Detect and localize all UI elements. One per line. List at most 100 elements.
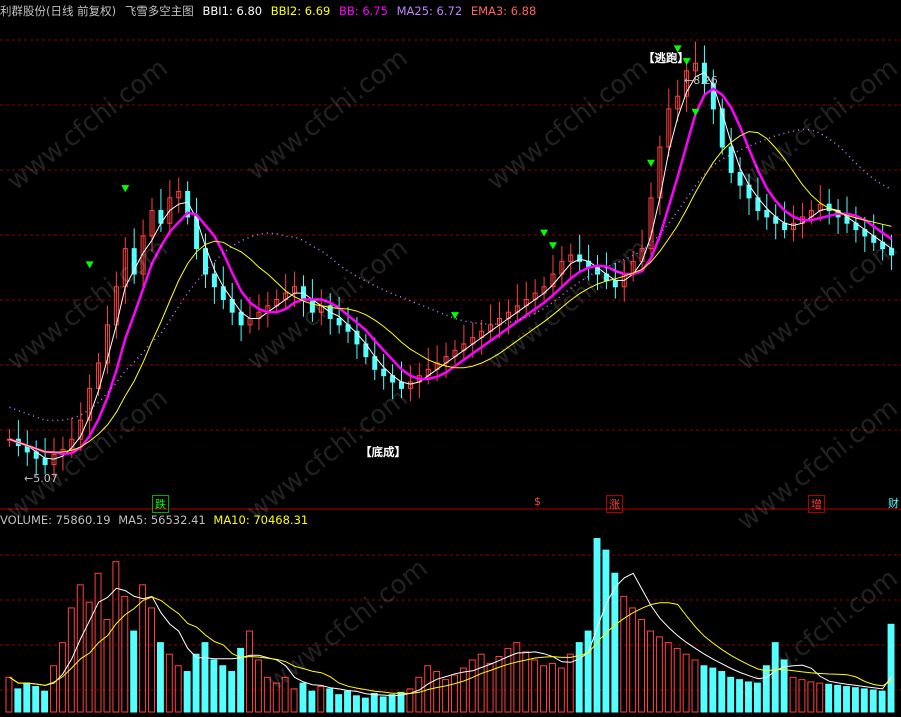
volume-bar bbox=[148, 607, 155, 713]
volume-ma5: MA5: 56532.41 bbox=[118, 513, 206, 527]
event-marker-dollar[interactable]: $ bbox=[532, 495, 543, 508]
volume-bar bbox=[798, 679, 806, 713]
volume-bar bbox=[531, 659, 539, 713]
volume-bar bbox=[789, 676, 797, 713]
bbi1-value: BBI1: 6.80 bbox=[202, 4, 263, 18]
candle-body bbox=[782, 222, 788, 231]
volume-bar bbox=[647, 630, 654, 713]
volume-bar bbox=[246, 630, 253, 713]
volume-bar bbox=[326, 688, 334, 713]
volume-bar bbox=[468, 659, 476, 713]
candle-body bbox=[202, 248, 208, 275]
volume-bar bbox=[682, 653, 690, 713]
candle-body bbox=[336, 318, 342, 326]
main-indicator-header: 利群股份(日线 前复权) 飞雪多空主图 BBI1: 6.80 BBI2: 6.6… bbox=[0, 3, 541, 19]
volume-bar bbox=[477, 653, 485, 713]
volume-bar bbox=[673, 647, 681, 713]
volume-bar bbox=[816, 682, 824, 713]
volume-bar bbox=[361, 697, 369, 713]
volume-bar bbox=[655, 636, 663, 713]
volume-bar bbox=[415, 676, 423, 713]
bb-value: BB: 6.75 bbox=[339, 4, 388, 18]
volume-bar bbox=[629, 607, 637, 713]
bottom-signal-tag: 【底成】 bbox=[360, 445, 406, 459]
volume-bar bbox=[843, 686, 850, 713]
volume-bar bbox=[156, 642, 164, 713]
volume-bar bbox=[183, 671, 191, 713]
candle-body bbox=[728, 146, 734, 173]
volume-bar bbox=[76, 584, 84, 713]
volume-bar bbox=[192, 653, 200, 713]
event-marker-down[interactable]: 跌 bbox=[152, 495, 169, 513]
volume-bar bbox=[593, 538, 601, 713]
volume-bar bbox=[370, 693, 378, 713]
candle-body bbox=[381, 368, 387, 377]
volume-bar bbox=[878, 690, 886, 713]
volume-bar bbox=[299, 682, 307, 713]
volume-bar bbox=[130, 630, 138, 713]
volume-bar bbox=[584, 630, 592, 713]
stock-title[interactable]: 利群股份(日线 前复权) bbox=[0, 4, 116, 18]
event-marker-finance[interactable]: 财 bbox=[886, 495, 901, 511]
volume-bar bbox=[860, 688, 868, 713]
volume-bar bbox=[254, 659, 262, 713]
high-arrow-icon: ← bbox=[684, 74, 694, 87]
volume-bar bbox=[451, 674, 458, 713]
volume-bar bbox=[23, 682, 31, 713]
signal-arrow-icon bbox=[548, 242, 557, 250]
volume-bar bbox=[433, 671, 441, 713]
volume-bar bbox=[85, 601, 93, 713]
event-marker-up[interactable]: 涨 bbox=[606, 495, 623, 513]
signal-arrow-icon bbox=[85, 261, 94, 269]
signal-arrow-icon bbox=[691, 108, 700, 116]
volume-bar bbox=[290, 688, 298, 713]
volume-bar bbox=[495, 656, 503, 713]
signal-arrow-icon bbox=[646, 159, 655, 167]
volume-bar bbox=[575, 642, 583, 713]
volume-bar bbox=[41, 690, 49, 713]
volume-bar bbox=[540, 665, 548, 713]
volume-bar bbox=[174, 665, 182, 713]
volume-bar bbox=[709, 667, 717, 713]
signal-arrow-icon bbox=[121, 185, 130, 193]
high-price-label: ←8.26 bbox=[684, 74, 718, 87]
volume-bar bbox=[638, 619, 646, 713]
indicator-name[interactable]: 飞雪多空主图 bbox=[125, 4, 194, 18]
volume-bar bbox=[442, 679, 449, 713]
volume-bar bbox=[834, 684, 842, 713]
signal-arrow-icon bbox=[450, 312, 459, 320]
volume-bar bbox=[664, 642, 672, 713]
volume-bar bbox=[50, 665, 57, 713]
volume-bar bbox=[388, 694, 396, 713]
candle-body bbox=[764, 210, 770, 218]
candle-body bbox=[42, 457, 48, 466]
volume-bar bbox=[379, 696, 387, 713]
volume-bar bbox=[210, 659, 218, 713]
top-signal-tag: 【逃跑】 bbox=[643, 51, 689, 65]
volume-bar bbox=[139, 584, 147, 713]
volume-bar bbox=[869, 689, 877, 713]
volume-bar bbox=[691, 659, 699, 713]
candle-body bbox=[211, 273, 217, 288]
volume-bar bbox=[335, 694, 343, 713]
ma25-value: MA25: 6.72 bbox=[396, 4, 463, 18]
volume-bar bbox=[201, 642, 209, 713]
volume-bar bbox=[825, 683, 833, 713]
signal-arrow-icon bbox=[540, 229, 549, 237]
volume-bar bbox=[549, 662, 556, 713]
volume-bar bbox=[700, 665, 708, 713]
volume-bar bbox=[219, 665, 227, 713]
volume-bar bbox=[887, 623, 895, 713]
volume-bar bbox=[718, 671, 726, 713]
volume-bar bbox=[228, 671, 236, 713]
ema3-value: EMA3: 6.88 bbox=[470, 4, 537, 18]
candle-body bbox=[398, 381, 404, 389]
volume-bar bbox=[352, 695, 360, 713]
volume-bar bbox=[5, 676, 13, 713]
candle-body bbox=[238, 311, 244, 326]
volume-bar bbox=[344, 690, 351, 713]
event-marker-increase[interactable]: 增 bbox=[808, 495, 825, 513]
volume-bar bbox=[165, 653, 173, 713]
volume-bar bbox=[308, 690, 316, 713]
volume-bar bbox=[851, 687, 859, 713]
